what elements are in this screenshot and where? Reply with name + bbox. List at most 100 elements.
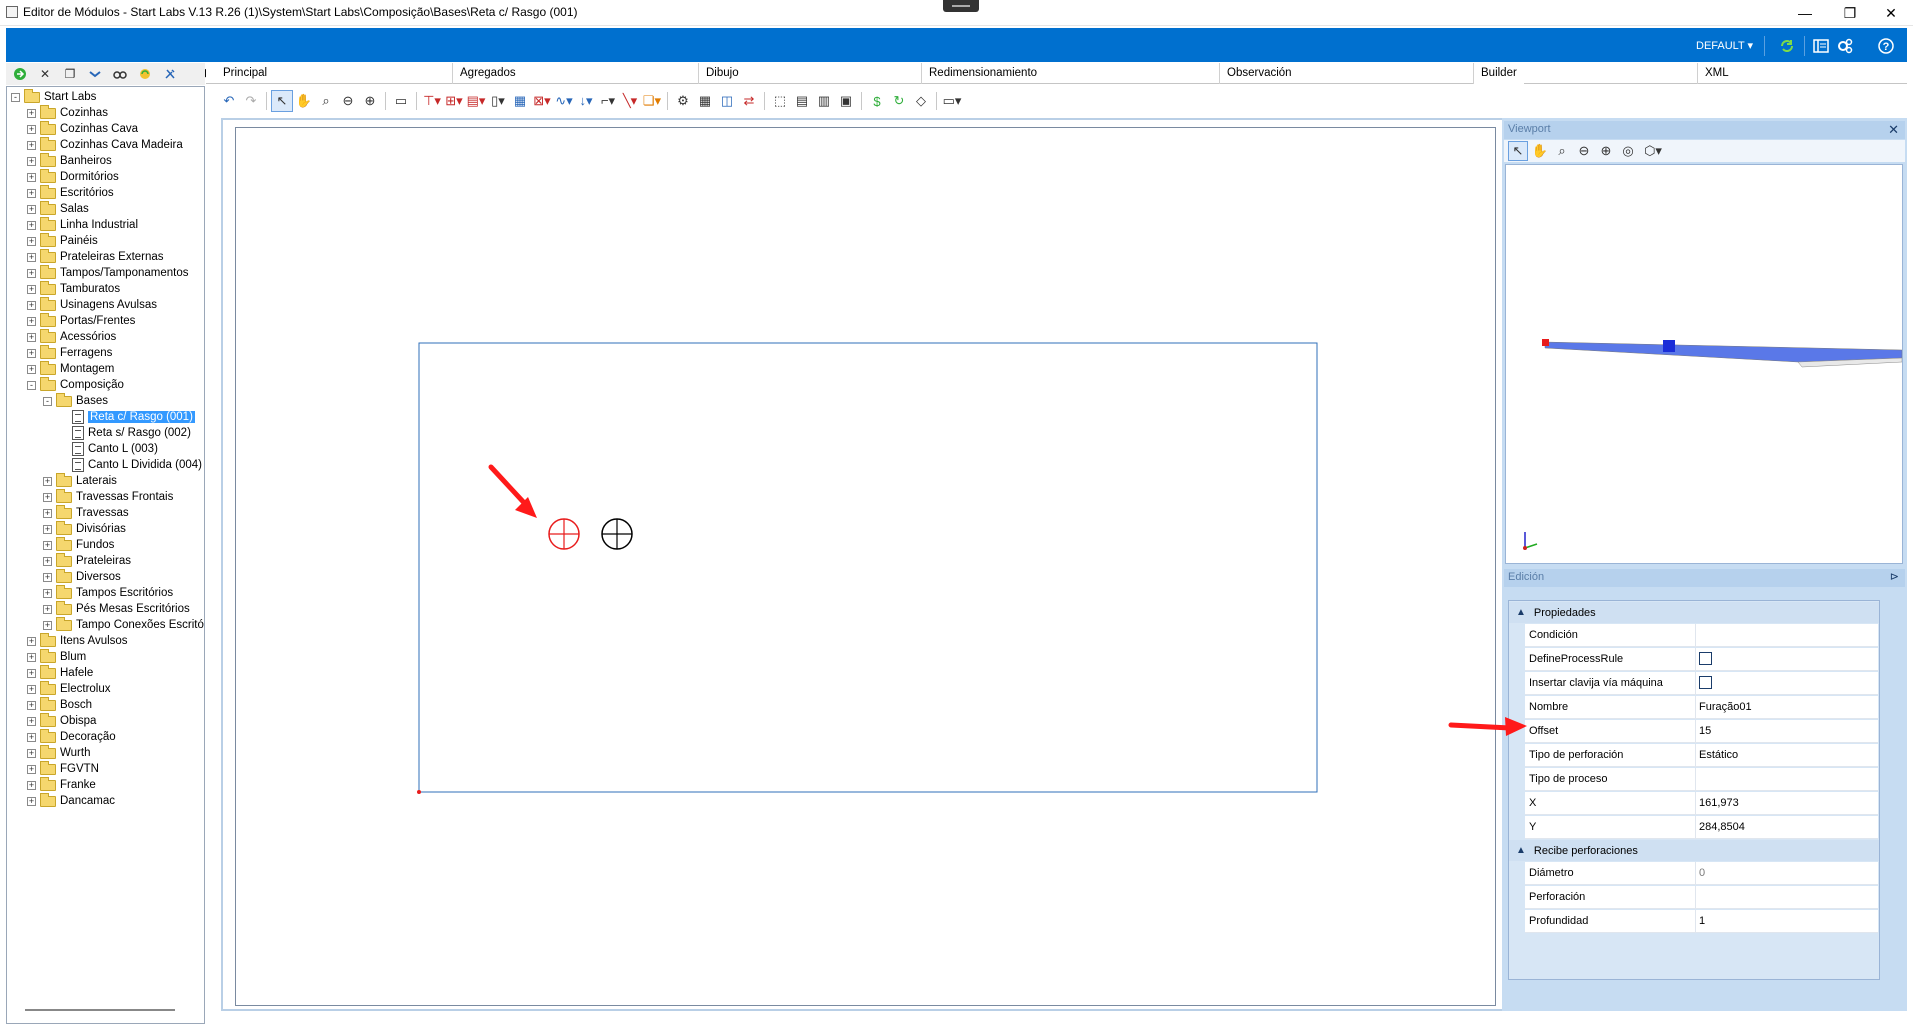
tree-module-item[interactable]: Canto L (003) [59, 441, 158, 457]
tree-item[interactable]: - Composição [27, 376, 124, 393]
expand-icon[interactable]: + [27, 748, 36, 758]
profile-dropdown[interactable]: DEFAULT ▾ [1696, 39, 1753, 52]
expand-icon[interactable]: + [27, 140, 36, 150]
property-value[interactable]: 0 [1696, 862, 1878, 884]
close-button[interactable]: ✕ [1868, 0, 1913, 26]
grid-view-icon[interactable]: ▦ [694, 90, 716, 112]
tree-module-item[interactable]: Canto L Dividida (004) [59, 457, 202, 473]
arrow-down-icon[interactable]: ↓▾ [575, 90, 597, 112]
layout-icon[interactable] [1811, 36, 1831, 56]
hardware-icon[interactable]: ⊠▾ [531, 90, 553, 112]
minimize-button[interactable]: — [1782, 0, 1828, 26]
tree-item[interactable]: + Acessórios [27, 328, 116, 345]
tree-item[interactable]: + Usinagens Avulsas [27, 296, 157, 313]
property-row[interactable]: Nombre Furação01 [1525, 696, 1878, 719]
property-value[interactable]: 1 [1696, 910, 1878, 932]
expand-icon[interactable]: + [43, 588, 52, 598]
tree-module-item[interactable]: Reta c/ Rasgo (001) [59, 409, 195, 425]
zoom-window-icon[interactable]: ⌕ [315, 90, 337, 112]
copy-icon[interactable]: ❐ [59, 65, 81, 83]
expand-icon[interactable]: + [27, 284, 36, 294]
collapse-icon[interactable]: - [43, 396, 52, 406]
tree-item[interactable]: + Montagem [27, 360, 114, 377]
drill-add-icon[interactable]: ⊞▾ [443, 90, 465, 112]
tree-item[interactable]: + Tamburatos [27, 280, 120, 297]
tree-item[interactable]: + Cozinhas [27, 104, 108, 121]
redo-icon[interactable]: ↷ [240, 90, 262, 112]
tab-builder[interactable]: Builder [1473, 63, 1524, 84]
expand-icon[interactable]: + [27, 636, 36, 646]
zoom-out-icon[interactable]: ⊖ [337, 90, 359, 112]
undo-icon[interactable]: ↶ [218, 90, 240, 112]
tree-item[interactable]: + Prateleiras [43, 552, 131, 569]
property-value[interactable]: 15 [1696, 720, 1878, 742]
tree-item[interactable]: + Bosch [27, 696, 92, 713]
refresh-icon[interactable] [1777, 36, 1797, 56]
collapse-chevron-icon[interactable]: ▲ [1516, 607, 1526, 618]
collapse-icon[interactable]: - [27, 380, 36, 390]
property-row[interactable]: X 161,973 [1525, 792, 1878, 815]
price-icon[interactable]: $ [866, 90, 888, 112]
refresh-tree-icon[interactable] [134, 65, 156, 83]
property-row[interactable]: Profundidad 1 [1525, 910, 1878, 933]
tree-item[interactable]: + Tampos Escritórios [43, 584, 173, 601]
find-icon[interactable] [109, 65, 131, 83]
property-value[interactable] [1696, 624, 1878, 646]
expand-icon[interactable]: + [27, 252, 36, 262]
expand-icon[interactable]: + [27, 364, 36, 374]
machine-icon[interactable]: ⚙ [672, 90, 694, 112]
expand-icon[interactable]: + [43, 476, 52, 486]
expand-icon[interactable]: + [27, 764, 36, 774]
erase-icon[interactable]: ◇ [910, 90, 932, 112]
property-value[interactable]: Estático [1696, 744, 1878, 766]
property-value[interactable] [1696, 768, 1878, 790]
property-value[interactable]: Furação01 [1696, 696, 1878, 718]
expand-icon[interactable]: + [27, 732, 36, 742]
expand-icon[interactable]: + [43, 540, 52, 550]
viewport-orbit-icon[interactable]: ◎ [1618, 140, 1638, 162]
display-icon[interactable]: ▭▾ [941, 90, 963, 112]
expand-icon[interactable]: + [27, 332, 36, 342]
expand-icon[interactable]: + [27, 300, 36, 310]
expand-icon[interactable]: + [27, 780, 36, 790]
property-row[interactable]: Condición [1525, 624, 1878, 647]
property-value[interactable] [1696, 886, 1878, 908]
tree-item[interactable]: + FGVTN [27, 760, 99, 777]
tab-dibujo[interactable]: Dibujo [698, 63, 746, 84]
property-row[interactable]: Insertar clavija vía máquina [1525, 672, 1878, 695]
tree-item[interactable]: + Decoração [27, 728, 116, 745]
curve-icon[interactable]: ∿▾ [553, 90, 575, 112]
viewport-close-icon[interactable]: ✕ [1888, 122, 1899, 138]
pan-hand-icon[interactable]: ✋ [293, 90, 315, 112]
property-row[interactable]: Offset 15 [1525, 720, 1878, 743]
expand-icon[interactable]: + [27, 684, 36, 694]
tree-item[interactable]: + Pés Mesas Escritórios [43, 600, 190, 617]
columns-icon[interactable]: ◫ [716, 90, 738, 112]
select-pointer-icon[interactable]: ↖ [271, 90, 293, 112]
corner-icon[interactable]: ⌐▾ [597, 90, 619, 112]
maximize-button[interactable]: ❐ [1827, 0, 1873, 26]
tree-item[interactable]: + Tampos/Tamponamentos [27, 264, 188, 281]
settings-icon[interactable] [1835, 36, 1855, 56]
pin-icon[interactable]: ⊳ [1890, 570, 1899, 583]
expand-icon[interactable]: + [27, 220, 36, 230]
tree-item[interactable]: + Escritórios [27, 184, 114, 201]
viewport-zoom-out-icon[interactable]: ⊖ [1574, 140, 1594, 162]
expand-icon[interactable]: + [43, 524, 52, 534]
expand-icon[interactable]: + [27, 236, 36, 246]
property-row[interactable]: DefineProcessRule [1525, 648, 1878, 671]
expand-icon[interactable]: + [27, 188, 36, 198]
frame-icon[interactable]: ▯▾ [487, 90, 509, 112]
tree-module-item[interactable]: Reta s/ Rasgo (002) [59, 425, 191, 441]
expand-icon[interactable]: + [27, 108, 36, 118]
panel-icon[interactable]: ▤▾ [465, 90, 487, 112]
tree-item[interactable]: + Franke [27, 776, 96, 793]
tree-item[interactable]: - Bases [43, 392, 108, 409]
tree-item[interactable]: + Dormitórios [27, 168, 119, 185]
property-checkbox[interactable] [1699, 676, 1712, 689]
expand-icon[interactable]: + [43, 556, 52, 566]
tree-item[interactable]: + Wurth [27, 744, 90, 761]
tree-item[interactable]: + Blum [27, 648, 86, 665]
property-checkbox[interactable] [1699, 652, 1712, 665]
expand-icon[interactable]: + [27, 204, 36, 214]
